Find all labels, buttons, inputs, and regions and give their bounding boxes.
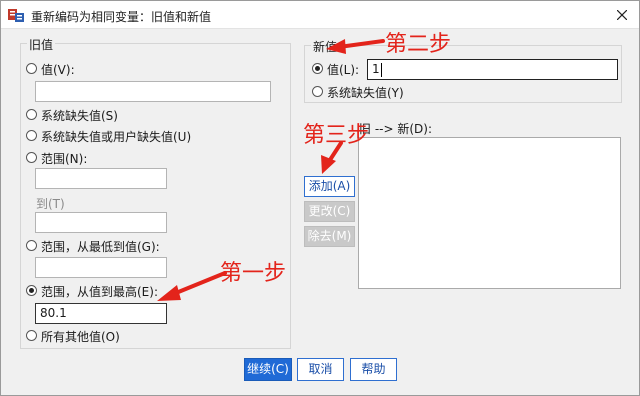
range-to-label: 到(T) (36, 197, 65, 211)
value-through-highest-input[interactable]: 80.1 (35, 303, 167, 324)
spss-recode-icon (8, 7, 24, 23)
range-to-input[interactable] (35, 212, 167, 233)
window-title: 重新编码为相同变量：旧值和新值 (31, 10, 212, 24)
close-button[interactable] (605, 1, 639, 29)
title-bar: 重新编码为相同变量：旧值和新值 (1, 1, 639, 29)
add-button[interactable]: 添加(A) (304, 176, 355, 197)
change-button[interactable]: 更改(C) (304, 201, 355, 222)
radio-button-checked[interactable] (26, 285, 37, 296)
new-value-input[interactable]: 1 (367, 59, 618, 80)
old-value-radio[interactable]: 值(V): (26, 61, 146, 77)
all-other-values-radio[interactable]: 所有其他值(O) (26, 328, 166, 344)
new-system-missing-radio[interactable]: 系统缺失值(Y) (312, 84, 432, 100)
new-value-radio[interactable]: 值(L): (312, 61, 372, 77)
remove-button[interactable]: 除去(M) (304, 226, 355, 247)
continue-button[interactable]: 继续(C) (244, 358, 292, 381)
radio-button[interactable] (26, 130, 37, 141)
cancel-button[interactable]: 取消 (297, 358, 344, 381)
new-value-text: 1 (372, 62, 380, 76)
old-value-input[interactable] (35, 81, 271, 102)
annotation-step-2: 第二步 (385, 32, 452, 57)
radio-button[interactable] (26, 109, 37, 120)
range-radio[interactable]: 范围(N): (26, 150, 146, 166)
lowest-through-value-input[interactable] (35, 257, 167, 278)
old-new-list-label: 旧 --> 新(D): (359, 122, 432, 136)
close-icon (617, 10, 627, 20)
radio-button[interactable] (26, 330, 37, 341)
system-or-user-missing-radio[interactable]: 系统缺失值或用户缺失值(U) (26, 128, 226, 144)
radio-button[interactable] (26, 152, 37, 163)
annotation-step-1: 第一步 (220, 261, 287, 286)
new-value-group-label: 新值 (311, 38, 340, 55)
radio-button[interactable] (26, 63, 37, 74)
value-through-highest-radio[interactable]: 范围，从值到最高(E): (26, 283, 206, 299)
help-button[interactable]: 帮助 (350, 358, 397, 381)
system-missing-radio[interactable]: 系统缺失值(S) (26, 107, 166, 123)
lowest-through-value-radio[interactable]: 范围，从最低到值(G): (26, 238, 206, 254)
radio-button-checked[interactable] (312, 63, 323, 74)
text-caret (380, 62, 382, 77)
annotation-step-3: 第三步 (303, 123, 370, 148)
recode-dialog: 重新编码为相同变量：旧值和新值 旧值 值(V): 系统缺失值(S) 系统缺失值或… (0, 0, 640, 396)
radio-button[interactable] (312, 86, 323, 97)
range-from-input[interactable] (35, 168, 167, 189)
old-new-list[interactable] (358, 137, 621, 289)
old-value-group-label: 旧值 (27, 36, 56, 53)
radio-button[interactable] (26, 240, 37, 251)
